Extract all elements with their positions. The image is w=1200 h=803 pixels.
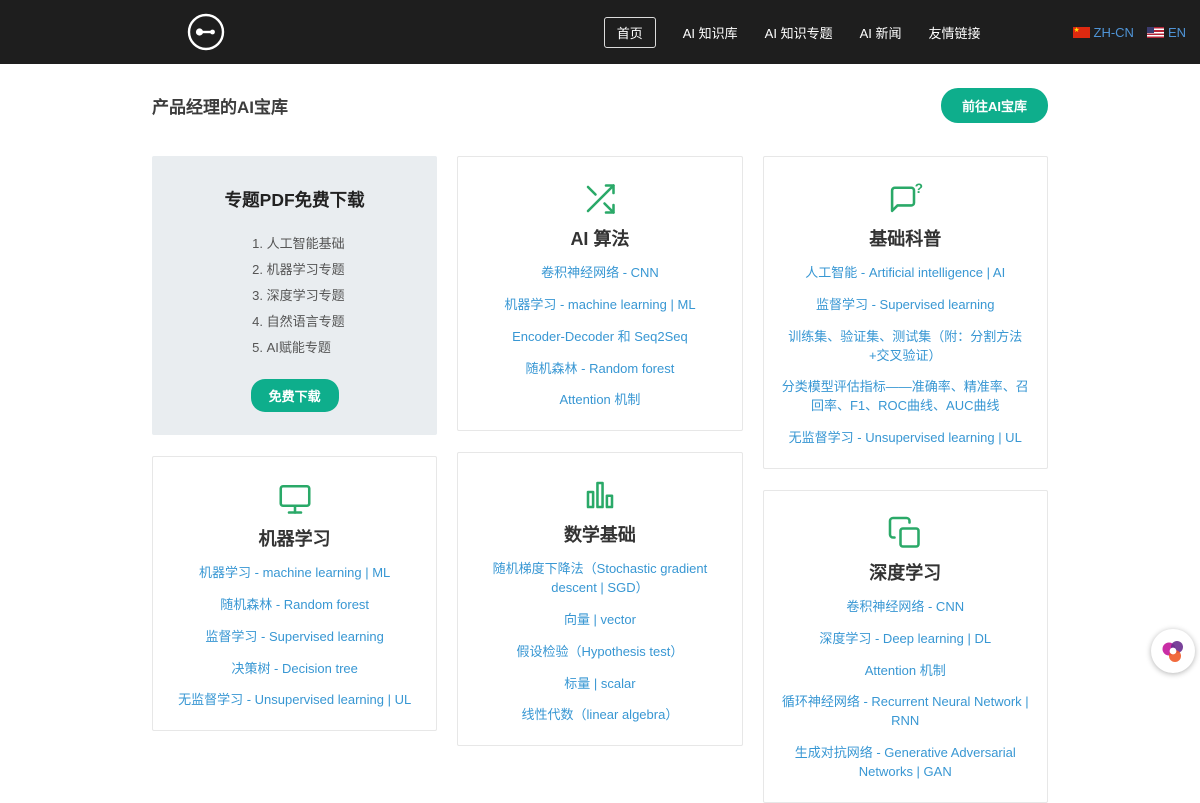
site-header: 首页 AI 知识库 AI 知识专题 AI 新闻 友情链接 ZH-CN EN [0,0,1200,64]
card-link[interactable]: 随机梯度下降法（Stochastic gradient descent | SG… [473,560,726,598]
pdf-topic-item: 机器学习专题 [267,259,345,278]
goto-ai-treasury-button[interactable]: 前往AI宝库 [941,88,1048,123]
pdf-topic-item: 人工智能基础 [267,233,345,252]
card-link[interactable]: 监督学习 - Supervised learning [168,628,421,647]
card-link[interactable]: 随机森林 - Random forest [473,360,726,379]
title-row: 产品经理的AI宝库 前往AI宝库 [152,64,1048,123]
floating-widget-icon [1159,637,1187,665]
pdf-download-card: 专题PDF免费下载 人工智能基础 机器学习专题 深度学习专题 自然语言专题 AI… [152,156,437,435]
free-download-button[interactable]: 免费下载 [251,379,339,412]
page-title: 产品经理的AI宝库 [152,93,288,118]
site-logo[interactable] [185,11,227,53]
nav-item-home[interactable]: 首页 [604,17,656,48]
card-link[interactable]: Encoder-Decoder 和 Seq2Seq [473,328,726,347]
card-link[interactable]: 向量 | vector [473,611,726,630]
pdf-topic-item: 深度学习专题 [267,285,345,304]
cards-column-2: AI 算法 卷积神经网络 - CNN 机器学习 - machine learni… [457,156,742,746]
pdf-topic-item: 自然语言专题 [267,311,345,330]
nav-item-ai-knowledge[interactable]: AI 知识库 [683,23,738,42]
card-link[interactable]: 循环神经网络 - Recurrent Neural Network | RNN [779,693,1032,731]
nav-item-links[interactable]: 友情链接 [928,23,980,42]
pdf-card-title: 专题PDF免费下载 [168,187,421,212]
shuffle-icon [582,181,618,217]
card-link[interactable]: 无监督学习 - Unsupervised learning | UL [779,429,1032,448]
card-link[interactable]: 卷积神经网络 - CNN [779,598,1032,617]
bar-chart-icon [582,477,618,513]
pdf-topic-list: 人工智能基础 机器学习专题 深度学习专题 自然语言专题 AI赋能专题 [245,226,345,363]
language-switcher: ZH-CN EN [1073,25,1187,40]
cards-column-3: ? 基础科普 人工智能 - Artificial intelligence | … [763,156,1048,803]
card-link[interactable]: Attention 机制 [779,662,1032,681]
main-nav: 首页 AI 知识库 AI 知识专题 AI 新闻 友情链接 [604,17,981,48]
card-title: 深度学习 [779,559,1032,585]
pdf-topic-item: AI赋能专题 [267,337,345,356]
card-link[interactable]: 深度学习 - Deep learning | DL [779,630,1032,649]
nav-item-ai-topics[interactable]: AI 知识专题 [765,23,833,42]
cn-flag-icon [1073,27,1090,38]
card-link[interactable]: 训练集、验证集、测试集（附：分割方法+交叉验证） [779,328,1032,366]
logo-icon [185,11,227,53]
lang-zh-cn[interactable]: ZH-CN [1073,25,1134,40]
card-link[interactable]: 标量 | scalar [473,675,726,694]
card-link[interactable]: 线性代数（linear algebra） [473,706,726,725]
nav-item-ai-news[interactable]: AI 新闻 [860,23,902,42]
card-link[interactable]: 无监督学习 - Unsupervised learning | UL [168,691,421,710]
main-content: 产品经理的AI宝库 前往AI宝库 专题PDF免费下载 人工智能基础 机器学习专题… [152,64,1048,803]
card-link[interactable]: 分类模型评估指标——准确率、精准率、召回率、F1、ROC曲线、AUC曲线 [779,378,1032,416]
card-link[interactable]: 人工智能 - Artificial intelligence | AI [779,264,1032,283]
card-title: 基础科普 [779,225,1032,251]
card-link[interactable]: 假设检验（Hypothesis test） [473,643,726,662]
deep-learning-card: 深度学习 卷积神经网络 - CNN 深度学习 - Deep learning |… [763,490,1048,803]
svg-text:?: ? [915,181,923,196]
card-link[interactable]: 机器学习 - machine learning | ML [168,564,421,583]
card-link[interactable]: Attention 机制 [473,391,726,410]
cards-grid: 专题PDF免费下载 人工智能基础 机器学习专题 深度学习专题 自然语言专题 AI… [152,156,1048,803]
card-title: 机器学习 [168,525,421,551]
ai-algorithm-card: AI 算法 卷积神经网络 - CNN 机器学习 - machine learni… [457,156,742,431]
card-link[interactable]: 生成对抗网络 - Generative Adversarial Networks… [779,744,1032,782]
card-link[interactable]: 监督学习 - Supervised learning [779,296,1032,315]
card-title: AI 算法 [473,225,726,251]
math-basics-card: 数学基础 随机梯度下降法（Stochastic gradient descent… [457,452,742,746]
card-link[interactable]: 随机森林 - Random forest [168,596,421,615]
cards-column-1: 专题PDF免费下载 人工智能基础 机器学习专题 深度学习专题 自然语言专题 AI… [152,156,437,731]
lang-en[interactable]: EN [1147,25,1186,40]
us-flag-icon [1147,27,1164,38]
monitor-icon [277,481,313,517]
card-title: 数学基础 [473,521,726,547]
chat-question-icon: ? [887,181,923,217]
lang-en-label: EN [1168,25,1186,40]
card-link[interactable]: 机器学习 - machine learning | ML [473,296,726,315]
basic-science-card: ? 基础科普 人工智能 - Artificial intelligence | … [763,156,1048,469]
machine-learning-card: 机器学习 机器学习 - machine learning | ML 随机森林 -… [152,456,437,731]
card-link[interactable]: 卷积神经网络 - CNN [473,264,726,283]
copy-icon [887,515,923,551]
floating-widget-button[interactable] [1151,629,1195,673]
lang-zh-label: ZH-CN [1094,25,1134,40]
card-link[interactable]: 决策树 - Decision tree [168,660,421,679]
